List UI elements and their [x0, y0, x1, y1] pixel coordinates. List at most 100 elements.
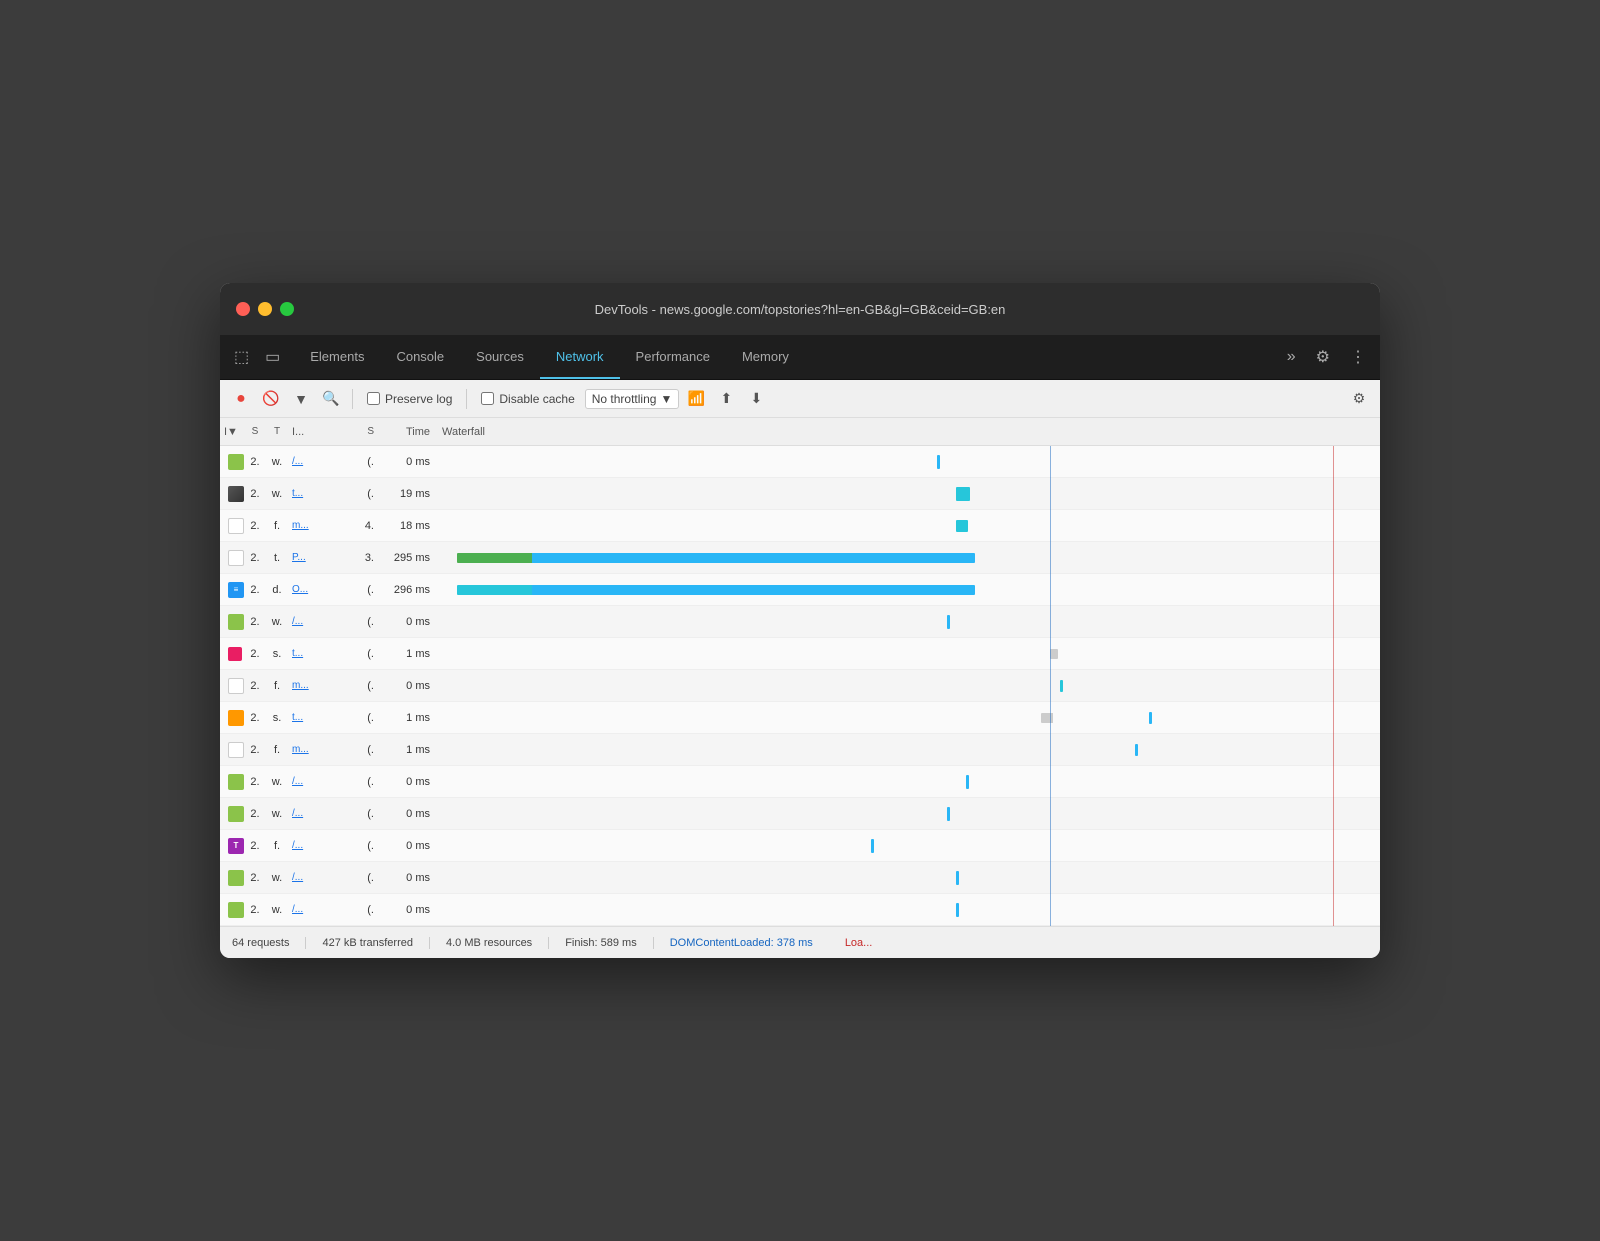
- device-icon[interactable]: ▭: [259, 343, 286, 371]
- dom-content-loaded: DOMContentLoaded: 378 ms: [654, 937, 829, 949]
- minimize-button[interactable]: [258, 302, 272, 316]
- tab-elements[interactable]: Elements: [294, 335, 380, 379]
- table-row[interactable]: 2. f. m... (. 0 ms: [220, 670, 1380, 702]
- table-row[interactable]: 2. w. /... (. 0 ms: [220, 446, 1380, 478]
- row-icon: [228, 518, 244, 534]
- cell-name: /...: [288, 776, 348, 787]
- row-icon: [228, 870, 244, 886]
- record-button[interactable]: ●: [228, 386, 254, 412]
- close-button[interactable]: [236, 302, 250, 316]
- tab-performance[interactable]: Performance: [620, 335, 726, 379]
- waterfall-cell: [438, 510, 1380, 542]
- waterfall-cell: [438, 894, 1380, 926]
- cell-size: (.: [348, 872, 378, 884]
- cell-s1: 2.: [244, 456, 266, 468]
- col-header-size[interactable]: S: [348, 426, 378, 437]
- col-header-s2[interactable]: T: [266, 426, 288, 437]
- divider1: [352, 389, 353, 409]
- cell-size: (.: [348, 456, 378, 468]
- waterfall-cell: [438, 766, 1380, 798]
- col-header-waterfall[interactable]: Waterfall: [438, 426, 1380, 438]
- table-row[interactable]: 2. s. t... (. 1 ms: [220, 702, 1380, 734]
- table-row[interactable]: 2. f. m... (. 1 ms: [220, 734, 1380, 766]
- waterfall-cell: [438, 446, 1380, 478]
- load-event: Loa...: [829, 937, 873, 949]
- upload-icon[interactable]: ⬆: [713, 386, 739, 412]
- cell-name: P...: [288, 552, 348, 563]
- load-line: [1333, 446, 1334, 478]
- cell-name: m...: [288, 520, 348, 531]
- tab-icons: ⬚ ▭: [228, 343, 286, 371]
- cell-s1: 2.: [244, 552, 266, 564]
- resources-size: 4.0 MB resources: [430, 937, 549, 949]
- cell-s1: 2.: [244, 616, 266, 628]
- table-row[interactable]: 2. w. t... (. 19 ms: [220, 478, 1380, 510]
- cell-time: 1 ms: [378, 648, 438, 660]
- cell-time: 0 ms: [378, 776, 438, 788]
- tab-console[interactable]: Console: [380, 335, 460, 379]
- search-icon[interactable]: 🔍: [318, 386, 344, 412]
- clear-button[interactable]: 🚫: [258, 386, 284, 412]
- cursor-icon[interactable]: ⬚: [228, 343, 255, 371]
- more-options-icon[interactable]: ⋮: [1344, 343, 1372, 371]
- download-icon[interactable]: ⬇: [743, 386, 769, 412]
- table-row[interactable]: ≡ 2. d. O... (. 296 ms: [220, 574, 1380, 606]
- row-icon: [228, 486, 244, 502]
- network-toolbar: ● 🚫 ▼ 🔍 Preserve log Disable cache No th…: [220, 380, 1380, 418]
- cell-name: /...: [288, 872, 348, 883]
- cell-name: /...: [288, 616, 348, 627]
- cell-s2: f.: [266, 840, 288, 852]
- cell-size: (.: [348, 648, 378, 660]
- table-row[interactable]: 2. w. /... (. 0 ms: [220, 798, 1380, 830]
- table-row[interactable]: 2. t. P... 3. 295 ms: [220, 542, 1380, 574]
- preserve-log-input[interactable]: [367, 392, 380, 405]
- wifi-icon[interactable]: 📶: [683, 386, 709, 412]
- row-icon: [228, 678, 244, 694]
- cell-name: /...: [288, 808, 348, 819]
- col-header-name[interactable]: I...: [288, 426, 348, 438]
- tabs-container: Elements Console Sources Network Perform…: [294, 335, 1281, 379]
- col-header-icon[interactable]: I▼: [220, 426, 244, 438]
- col-header-time[interactable]: Time: [378, 426, 438, 438]
- cell-size: (.: [348, 712, 378, 724]
- tab-sources[interactable]: Sources: [460, 335, 540, 379]
- settings2-icon[interactable]: ⚙: [1346, 386, 1372, 412]
- disable-cache-input[interactable]: [481, 392, 494, 405]
- disable-cache-label: Disable cache: [499, 392, 574, 406]
- waterfall-cell: [438, 574, 1380, 606]
- table-row[interactable]: 2. s. t... (. 1 ms: [220, 638, 1380, 670]
- maximize-button[interactable]: [280, 302, 294, 316]
- traffic-lights: [236, 302, 294, 316]
- table-row[interactable]: 2. w. /... (. 0 ms: [220, 862, 1380, 894]
- cell-s1: 2.: [244, 872, 266, 884]
- cell-s2: f.: [266, 744, 288, 756]
- table-row[interactable]: T 2. f. /... (. 0 ms: [220, 830, 1380, 862]
- table-row[interactable]: 2. w. /... (. 0 ms: [220, 766, 1380, 798]
- table-row[interactable]: 2. w. /... (. 0 ms: [220, 606, 1380, 638]
- tab-network[interactable]: Network: [540, 335, 620, 379]
- row-icon: ≡: [228, 582, 244, 598]
- cell-name: /...: [288, 456, 348, 467]
- cell-s1: 2.: [244, 808, 266, 820]
- cell-size: 4.: [348, 520, 378, 532]
- tabs-bar: ⬚ ▭ Elements Console Sources Network Per…: [220, 335, 1380, 380]
- table-row[interactable]: 2. w. /... (. 0 ms: [220, 894, 1380, 926]
- preserve-log-checkbox[interactable]: Preserve log: [361, 392, 458, 406]
- cell-s2: s.: [266, 712, 288, 724]
- cell-time: 0 ms: [378, 456, 438, 468]
- tab-memory[interactable]: Memory: [726, 335, 805, 379]
- waterfall-cell: [438, 670, 1380, 702]
- settings-icon[interactable]: ⚙: [1310, 343, 1336, 371]
- throttle-select[interactable]: No throttling ▼: [585, 389, 680, 409]
- cell-name: /...: [288, 840, 348, 851]
- filter-icon[interactable]: ▼: [288, 386, 314, 412]
- row-icon: [228, 742, 244, 758]
- cell-s2: w.: [266, 456, 288, 468]
- cell-s2: t.: [266, 552, 288, 564]
- cell-s2: s.: [266, 648, 288, 660]
- more-tabs-icon[interactable]: »: [1281, 344, 1302, 370]
- disable-cache-checkbox[interactable]: Disable cache: [475, 392, 580, 406]
- cell-time: 19 ms: [378, 488, 438, 500]
- col-header-s1[interactable]: S: [244, 426, 266, 437]
- table-row[interactable]: 2. f. m... 4. 18 ms: [220, 510, 1380, 542]
